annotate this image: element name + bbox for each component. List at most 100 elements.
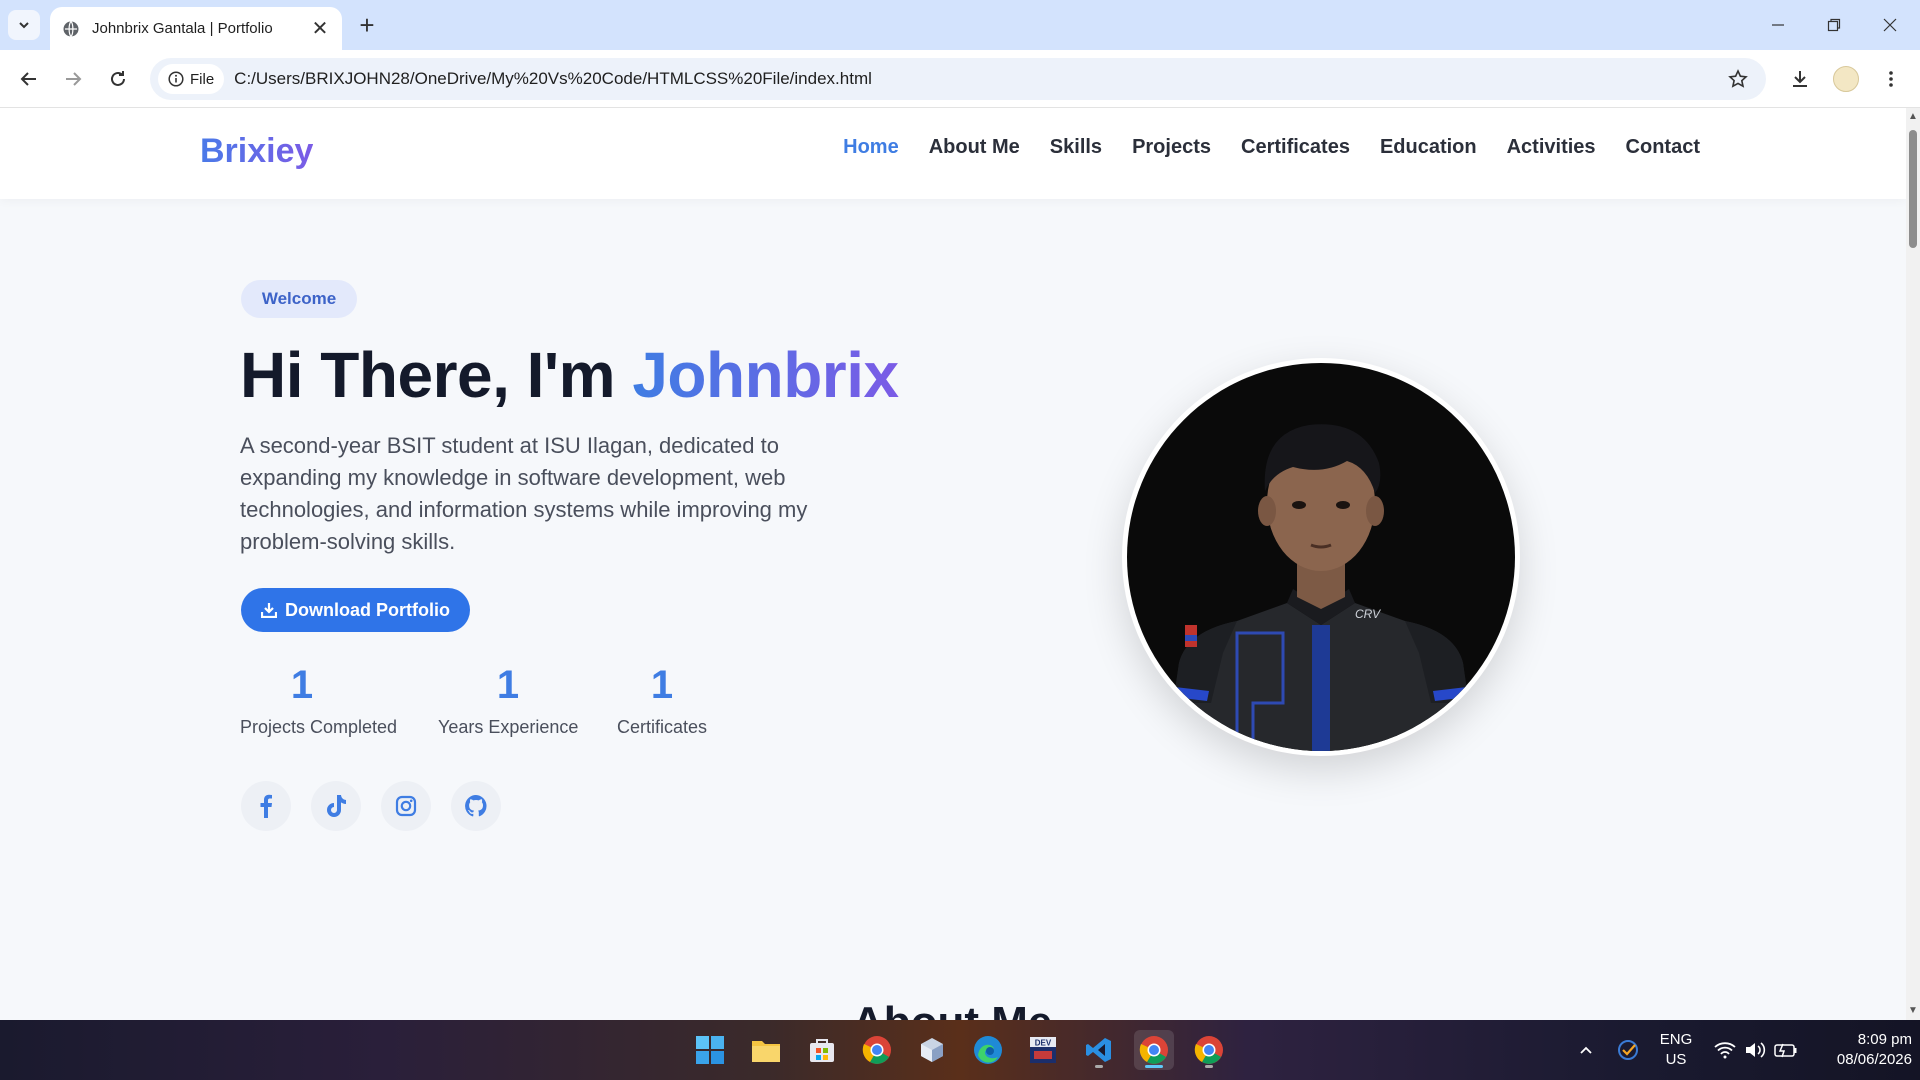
site-header: Brixiey Home About Me Skills Projects Ce… [0, 108, 1906, 199]
hero-description: A second-year BSIT student at ISU Ilagan… [240, 433, 808, 554]
arrow-left-icon [20, 72, 36, 86]
start-button[interactable] [690, 1030, 730, 1070]
vscode-icon [1086, 1038, 1111, 1062]
cube-icon [921, 1038, 943, 1062]
stat-experience: 1 Years Experience [438, 663, 578, 738]
github-link[interactable] [451, 781, 501, 831]
reload-button[interactable] [101, 62, 135, 96]
chrome-active-button[interactable] [1134, 1030, 1174, 1070]
minimize-button[interactable] [1750, 0, 1806, 50]
bookmark-button[interactable] [1718, 59, 1758, 99]
arrow-right-icon [66, 72, 82, 86]
dev-app-button[interactable]: DEV [1023, 1030, 1063, 1070]
info-icon [168, 71, 184, 87]
sync-tray-button[interactable] [1610, 1030, 1646, 1070]
quick-settings-button[interactable] [1706, 1030, 1806, 1070]
folder-icon [752, 1041, 780, 1062]
kebab-menu-icon [1889, 71, 1893, 87]
svg-text:CRV: CRV [1355, 607, 1381, 621]
forward-button[interactable] [56, 62, 90, 96]
site-chip-label: File [190, 70, 215, 88]
language-indicator[interactable]: ENG US [1652, 1030, 1700, 1070]
scroll-thumb[interactable] [1909, 130, 1917, 248]
tab-search-button[interactable] [8, 10, 40, 40]
file-explorer-button[interactable] [746, 1030, 786, 1070]
download-icon [261, 603, 277, 618]
facebook-link[interactable] [241, 781, 291, 831]
nav-contact[interactable]: Contact [1626, 136, 1700, 159]
chrome-icon [862, 1036, 891, 1064]
tiktok-link[interactable] [311, 781, 361, 831]
facebook-icon [260, 794, 272, 818]
profile-photo: CRV [1122, 358, 1520, 756]
browser-tab-bar: Johnbrix Gantala | Portfolio ✕ + [0, 0, 1920, 50]
browser-toolbar: File C:/Users/BRIXJOHN28/OneDrive/My%20V… [0, 50, 1920, 108]
close-window-button[interactable] [1862, 0, 1918, 50]
tiktok-icon [327, 795, 346, 817]
hero-title: Hi There, I'm Johnbrix [240, 338, 899, 412]
app-cube-button[interactable] [912, 1030, 952, 1070]
site-logo[interactable]: Brixiey [200, 132, 313, 171]
check-circle-icon [1618, 1040, 1638, 1060]
close-icon [1883, 18, 1897, 32]
volume-icon [1746, 1042, 1766, 1058]
edge-icon [974, 1036, 1002, 1064]
active-indicator [1145, 1065, 1163, 1068]
clock[interactable]: 8:09 pm 08/06/2026 [1812, 1030, 1912, 1070]
chevron-down-icon [19, 22, 29, 29]
url-text[interactable]: C:/Users/BRIXJOHN28/OneDrive/My%20Vs%20C… [234, 69, 1718, 89]
instagram-icon [395, 795, 417, 817]
scroll-up-arrow-icon[interactable]: ▲ [1908, 112, 1918, 122]
page-scrollbar[interactable]: ▲ ▼ [1906, 108, 1920, 1020]
store-icon [810, 1039, 834, 1062]
address-bar[interactable]: File C:/Users/BRIXJOHN28/OneDrive/My%20V… [150, 58, 1766, 100]
profile-photo-image: CRV [1127, 363, 1515, 751]
stat-projects: 1 Projects Completed [240, 663, 398, 738]
profile-button[interactable] [1829, 62, 1863, 96]
download-portfolio-label: Download Portfolio [285, 599, 450, 620]
restore-button[interactable] [1806, 0, 1862, 50]
nav-skills[interactable]: Skills [1050, 136, 1102, 159]
chevron-up-icon [1580, 1046, 1592, 1054]
avatar [1833, 66, 1859, 92]
chrome-profile-button[interactable] [1189, 1030, 1229, 1070]
clock-date: 08/06/2026 [1836, 1051, 1912, 1068]
browser-tab[interactable]: Johnbrix Gantala | Portfolio ✕ [50, 7, 342, 50]
chrome-taskbar-button[interactable] [857, 1030, 897, 1070]
nav-certificates[interactable]: Certificates [1241, 136, 1350, 159]
nav-activities[interactable]: Activities [1507, 136, 1596, 159]
back-button[interactable] [12, 62, 46, 96]
chrome-icon [1194, 1036, 1223, 1064]
site-info-chip[interactable]: File [158, 64, 225, 94]
hero-title-name: Johnbrix [632, 339, 899, 411]
wifi-icon [1714, 1042, 1736, 1059]
show-hidden-icons-button[interactable] [1568, 1030, 1604, 1070]
stat-label: Projects Completed [240, 717, 398, 737]
store-button[interactable] [802, 1030, 842, 1070]
nav-education[interactable]: Education [1380, 136, 1477, 159]
tab-close-icon[interactable]: ✕ [310, 16, 330, 41]
stat-value: 1 [650, 663, 674, 707]
battery-icon [1774, 1043, 1797, 1058]
instagram-link[interactable] [381, 781, 431, 831]
stat-value: 1 [290, 663, 314, 707]
download-portfolio-button[interactable]: Download Portfolio [241, 588, 470, 632]
downloads-button[interactable] [1783, 62, 1817, 96]
windows-icon [696, 1036, 724, 1064]
new-tab-button[interactable]: + [352, 10, 382, 40]
nav-projects[interactable]: Projects [1132, 136, 1211, 159]
region-label: US [1665, 1051, 1687, 1068]
running-indicator [1205, 1065, 1213, 1068]
reload-icon [111, 71, 125, 86]
menu-button[interactable] [1874, 62, 1908, 96]
web-page: Brixiey Home About Me Skills Projects Ce… [0, 108, 1906, 1020]
star-icon [1728, 69, 1748, 88]
scroll-down-arrow-icon[interactable]: ▼ [1908, 1006, 1918, 1016]
vscode-button[interactable] [1079, 1030, 1119, 1070]
hero-title-prefix: Hi There, I'm [240, 339, 633, 411]
nav-home[interactable]: Home [843, 136, 899, 159]
edge-button[interactable] [968, 1030, 1008, 1070]
dev-cpp-icon: DEV [1030, 1037, 1056, 1063]
nav-about-me[interactable]: About Me [929, 136, 1020, 159]
chrome-icon [1139, 1036, 1168, 1064]
